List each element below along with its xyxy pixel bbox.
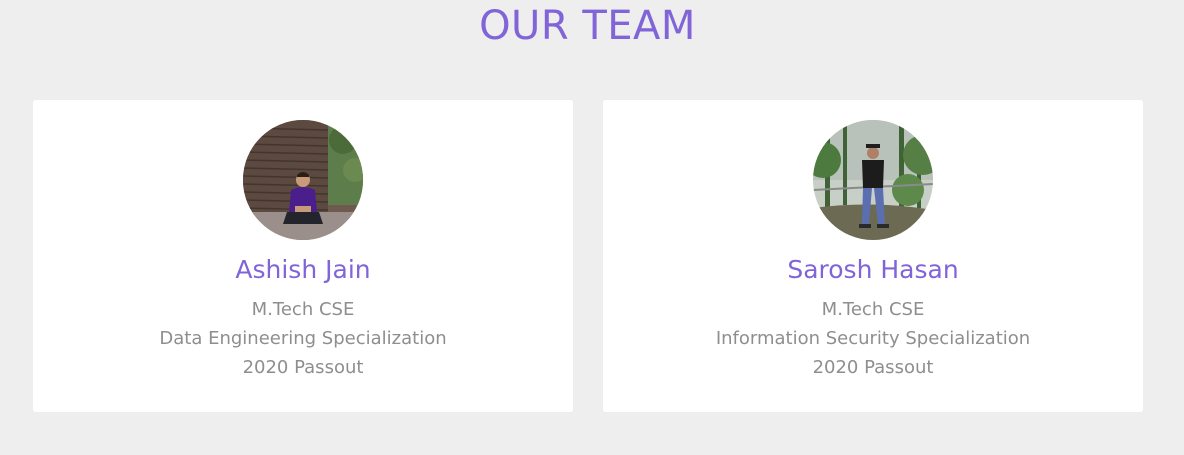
member-batch: 2020 Passout: [812, 357, 934, 378]
avatar: [243, 120, 363, 240]
section-title: OUR TEAM: [479, 3, 696, 49]
member-name: Ashish Jain: [235, 255, 371, 284]
avatar: [813, 120, 933, 240]
member-name: Sarosh Hasan: [787, 255, 959, 284]
team-member-card: Ashish Jain M.Tech CSE Data Engineering …: [33, 100, 573, 412]
member-photo: [813, 120, 933, 240]
member-photo: [243, 120, 363, 240]
member-degree: M.Tech CSE: [821, 299, 925, 320]
member-specialization: Data Engineering Specialization: [159, 328, 447, 349]
team-member-card: Sarosh Hasan M.Tech CSE Information Secu…: [603, 100, 1143, 412]
member-degree: M.Tech CSE: [251, 299, 355, 320]
member-batch: 2020 Passout: [242, 357, 364, 378]
member-specialization: Information Security Specialization: [715, 328, 1031, 349]
